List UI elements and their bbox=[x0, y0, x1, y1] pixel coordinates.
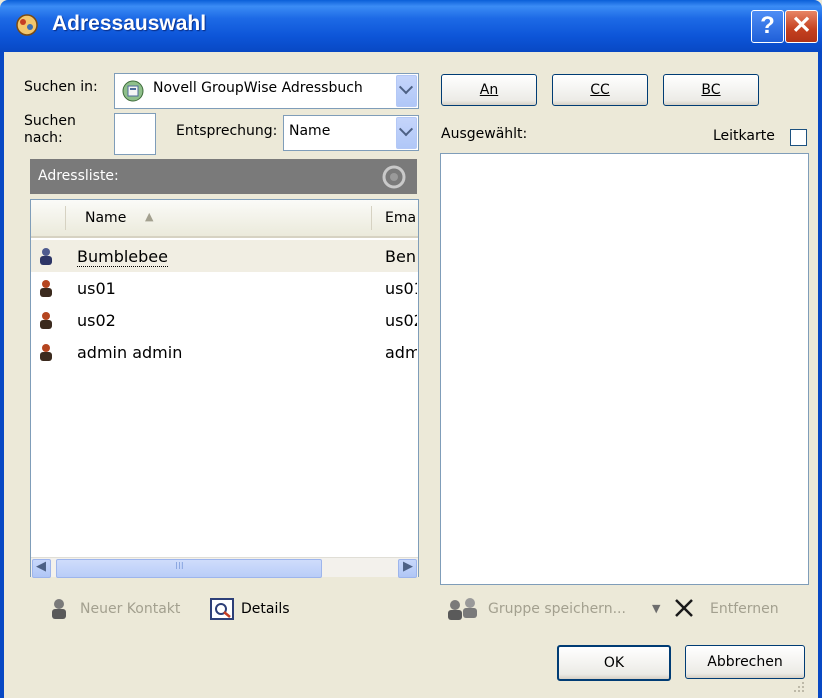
leitkarte-label: Leitkarte bbox=[713, 128, 775, 144]
contact-name: us01 bbox=[77, 279, 116, 298]
dropdown-arrow-icon[interactable]: ▼ bbox=[652, 602, 660, 615]
person-icon bbox=[40, 280, 52, 297]
help-icon: ? bbox=[760, 12, 775, 39]
contact-name: us02 bbox=[77, 311, 116, 330]
scroll-grip: III bbox=[175, 561, 184, 572]
close-button[interactable]: ✕ bbox=[785, 10, 818, 43]
column-email[interactable]: Ema bbox=[385, 210, 417, 226]
chevron-down-icon[interactable] bbox=[396, 75, 417, 107]
address-book-icon bbox=[16, 14, 38, 36]
scroll-left-button[interactable]: ◀ bbox=[32, 559, 51, 578]
search-in-label: Suchen in: bbox=[24, 79, 98, 95]
refresh-icon[interactable] bbox=[381, 164, 407, 190]
details-button[interactable]: Details bbox=[241, 601, 290, 617]
remove-button[interactable]: Entfernen bbox=[710, 601, 779, 617]
search-for-label: Suchen nach: bbox=[24, 113, 76, 146]
resize-grip-icon[interactable] bbox=[790, 678, 806, 694]
scroll-right-button[interactable]: ▶ bbox=[398, 559, 417, 578]
person-icon bbox=[40, 344, 52, 361]
column-header: Name ▲ Ema bbox=[31, 200, 418, 238]
remove-icon bbox=[675, 599, 693, 617]
contact-name: Bumblebee bbox=[77, 247, 168, 267]
chevron-left-icon: ◀ bbox=[36, 559, 46, 574]
sort-ascending-icon: ▲ bbox=[145, 210, 154, 223]
contact-email: Ben bbox=[385, 247, 416, 266]
window-frame-right bbox=[818, 52, 822, 698]
address-list-header: Adressliste: bbox=[30, 159, 417, 194]
address-list-label: Adressliste: bbox=[38, 168, 119, 184]
chevron-down-icon[interactable] bbox=[396, 117, 417, 149]
new-contact-icon bbox=[52, 599, 66, 619]
leitkarte-checkbox[interactable] bbox=[790, 129, 807, 146]
list-item[interactable]: Bumblebee Ben bbox=[31, 240, 418, 272]
scroll-thumb[interactable]: III bbox=[56, 559, 322, 578]
group-icon bbox=[448, 598, 477, 620]
chevron-right-icon: ▶ bbox=[403, 559, 413, 574]
window-title: Adressauswahl bbox=[52, 12, 207, 35]
search-in-combo[interactable]: Novell GroupWise Adressbuch bbox=[114, 73, 419, 109]
cc-button[interactable]: CC bbox=[552, 74, 648, 106]
column-name[interactable]: Name bbox=[85, 210, 126, 226]
contact-email: us02 bbox=[385, 311, 417, 330]
contact-name: admin admin bbox=[77, 343, 183, 362]
selected-label: Ausgewählt: bbox=[441, 126, 528, 142]
person-icon bbox=[40, 312, 52, 329]
help-button[interactable]: ? bbox=[751, 10, 784, 43]
to-button[interactable]: An bbox=[441, 74, 537, 106]
details-icon bbox=[210, 598, 234, 620]
address-list[interactable]: Name ▲ Ema Bumblebee Ben us01 us01 us02 us02 a… bbox=[30, 199, 419, 578]
cancel-button[interactable]: Abbrechen bbox=[685, 645, 805, 679]
address-book-icon bbox=[122, 80, 144, 102]
match-value: Name bbox=[289, 123, 331, 139]
window-frame-left bbox=[0, 52, 4, 698]
contact-email: us01 bbox=[385, 279, 417, 298]
search-in-value: Novell GroupWise Adressbuch bbox=[153, 80, 363, 96]
horizontal-scrollbar[interactable]: ◀ III ▶ bbox=[31, 557, 418, 578]
new-contact-button[interactable]: Neuer Kontakt bbox=[80, 601, 180, 617]
selected-list[interactable] bbox=[440, 153, 809, 585]
match-combo[interactable]: Name bbox=[283, 115, 419, 151]
list-item[interactable]: us01 us01 bbox=[31, 272, 418, 304]
ok-button[interactable]: OK bbox=[557, 645, 671, 681]
bc-button[interactable]: BC bbox=[663, 74, 759, 106]
contact-email: adm bbox=[385, 343, 417, 362]
person-icon bbox=[40, 248, 52, 265]
search-for-input[interactable] bbox=[114, 113, 156, 155]
list-item[interactable]: us02 us02 bbox=[31, 304, 418, 336]
list-item[interactable]: admin admin adm bbox=[31, 336, 418, 368]
save-group-button[interactable]: Gruppe speichern... bbox=[488, 601, 626, 617]
close-icon: ✕ bbox=[791, 12, 812, 39]
match-label: Entsprechung: bbox=[176, 123, 278, 139]
